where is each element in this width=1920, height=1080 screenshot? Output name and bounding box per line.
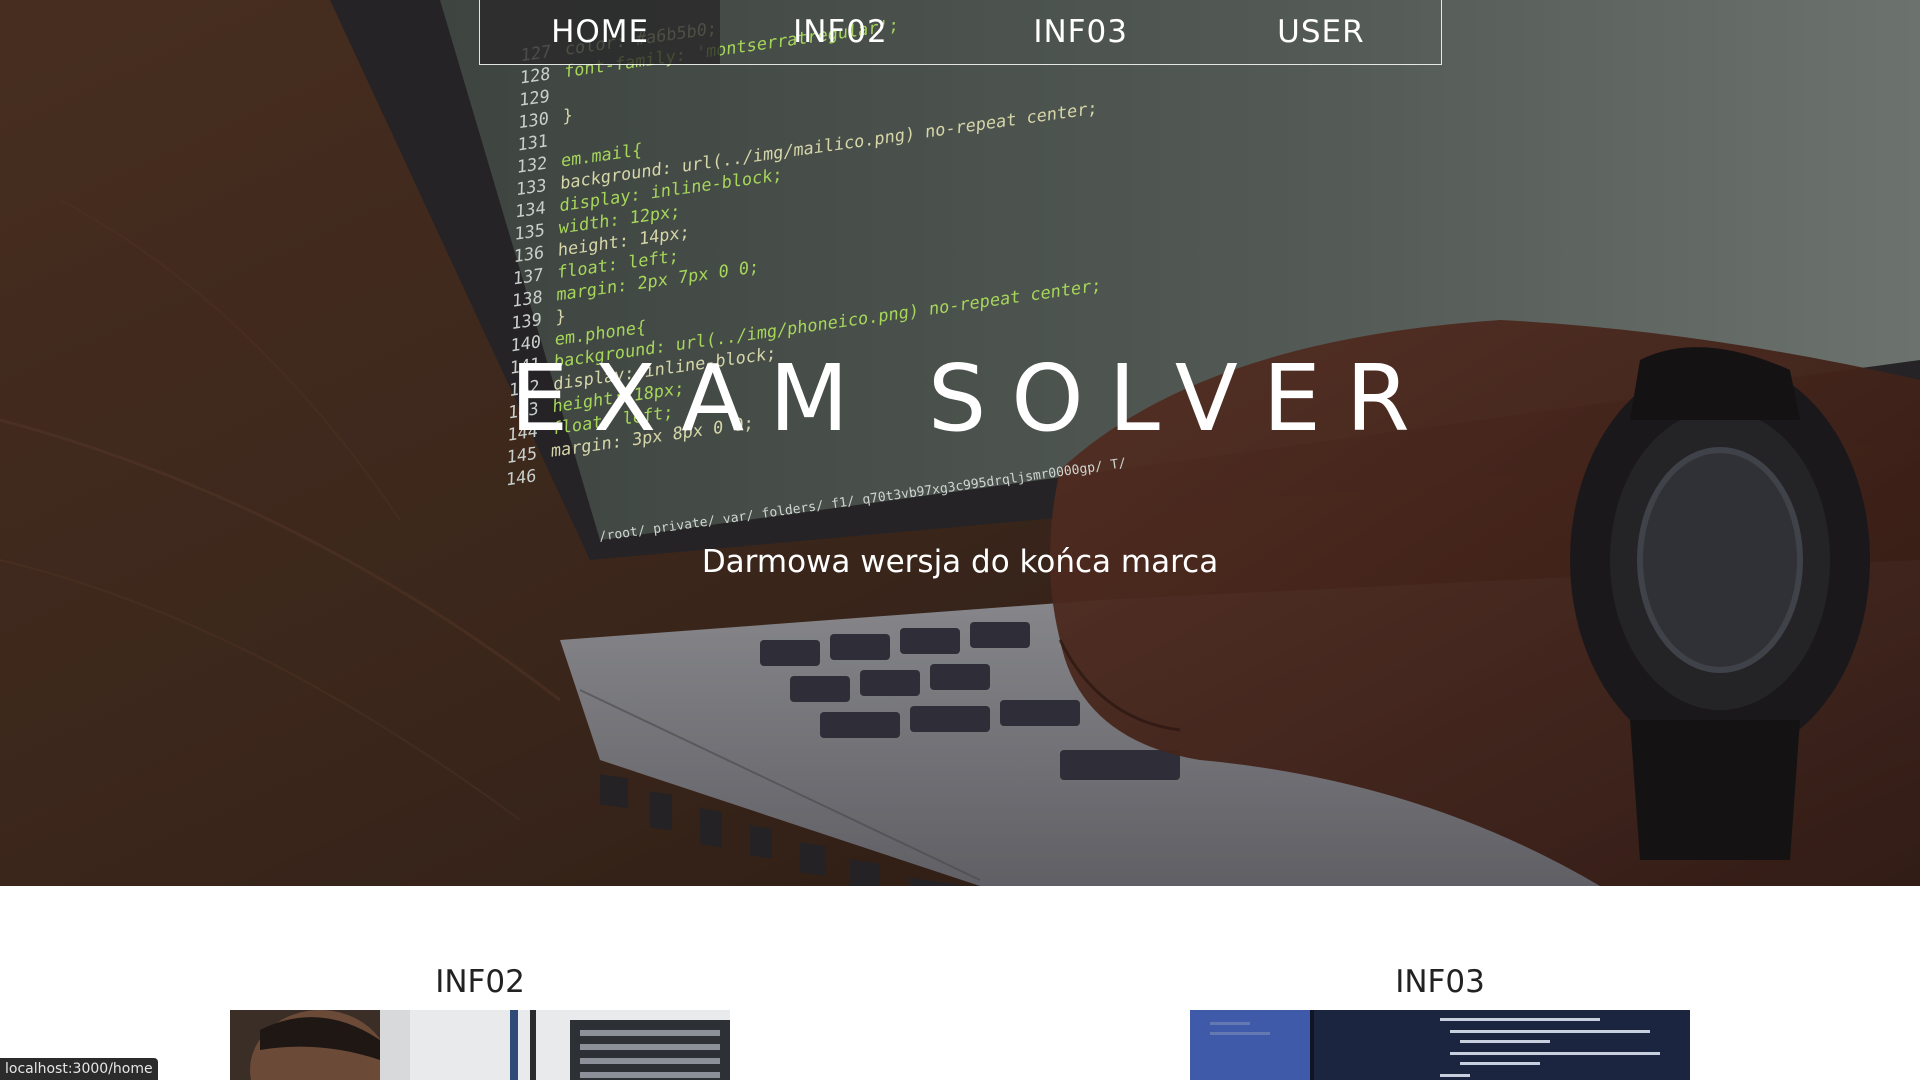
main-navigation: HOME INF02 INF03 USER: [479, 0, 1442, 65]
card-inf02[interactable]: INF02: [230, 960, 730, 1080]
nav-item-user[interactable]: USER: [1201, 0, 1441, 64]
hero-subtitle: Darmowa wersja do końca marca: [701, 544, 1219, 580]
page-title: EXAM SOLVER: [510, 345, 1435, 452]
person-server-room-image[interactable]: [230, 1010, 730, 1080]
code-screen-image[interactable]: [1190, 1010, 1690, 1080]
status-bar-url: localhost:3000/home: [0, 1058, 158, 1080]
card-title: INF02: [435, 964, 525, 1000]
hero-section: 127color: #a6b5b0;128font-family: 'monts…: [0, 0, 1920, 886]
card-inf03[interactable]: INF03: [1190, 960, 1690, 1080]
nav-item-inf02[interactable]: INF02: [720, 0, 960, 64]
card-title: INF03: [1395, 964, 1485, 1000]
code-line-text: }: [555, 306, 567, 329]
nav-item-home[interactable]: HOME: [480, 0, 721, 64]
code-line-text: }: [562, 105, 574, 128]
nav-item-inf03[interactable]: INF03: [961, 0, 1201, 64]
